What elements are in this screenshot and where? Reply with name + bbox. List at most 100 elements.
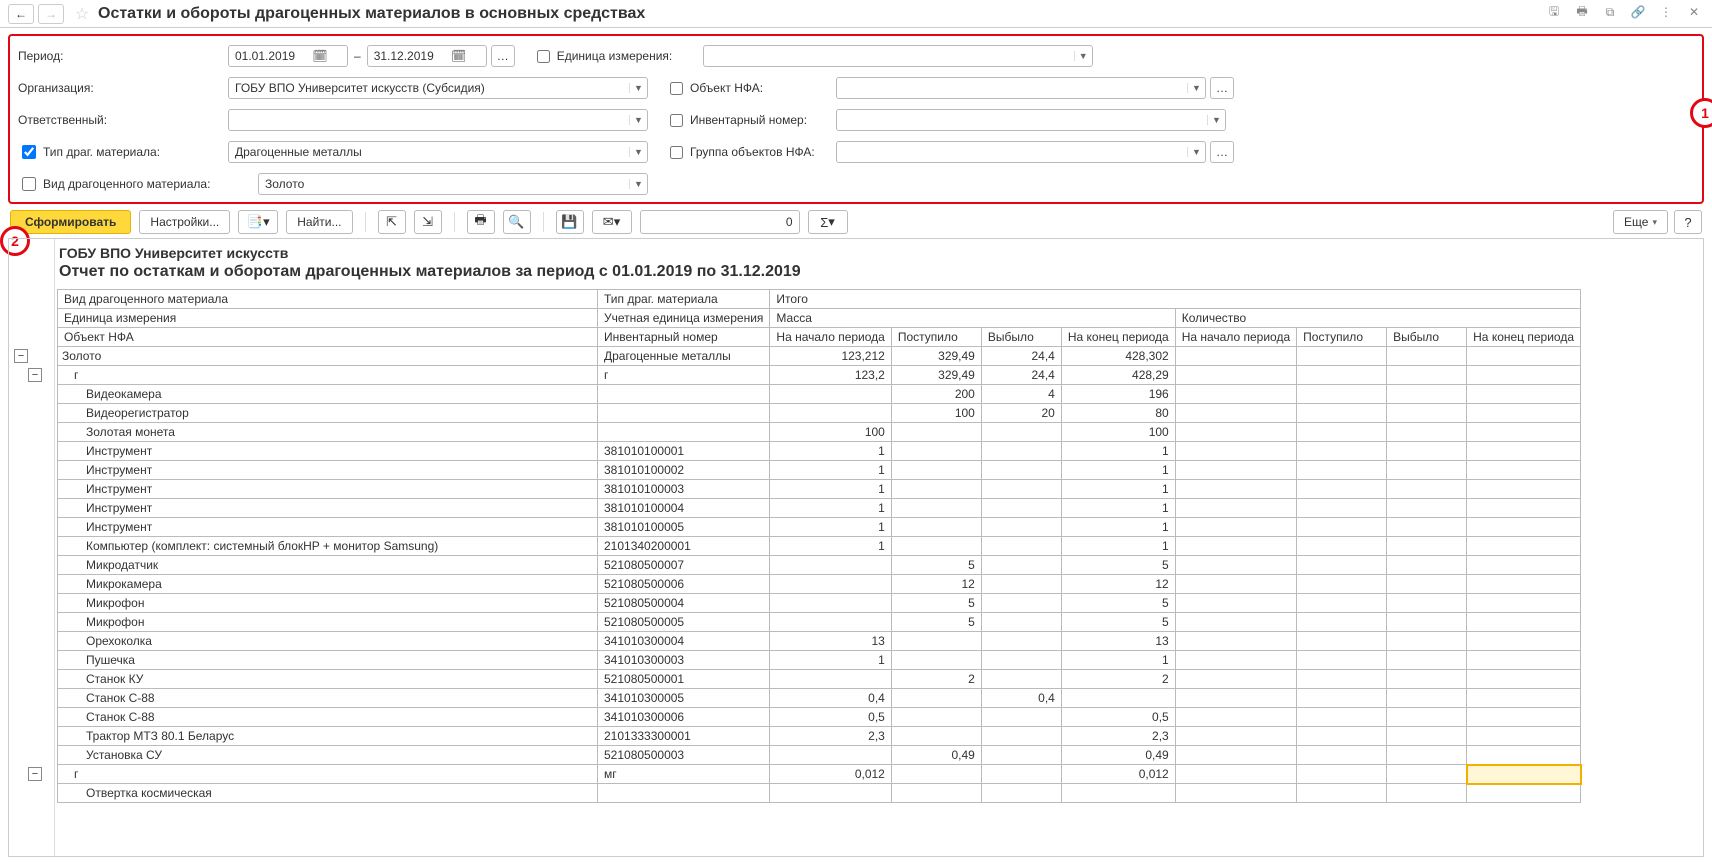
email-button[interactable]: ✉▾ bbox=[592, 210, 632, 234]
table-row[interactable]: Микрофон52108050000555 bbox=[58, 613, 1581, 632]
table-row[interactable]: Инструмент38101010000211 bbox=[58, 461, 1581, 480]
find-button[interactable]: Найти... bbox=[286, 210, 352, 234]
settings-button[interactable]: Настройки... bbox=[139, 210, 230, 234]
chevron-down-icon[interactable]: ▼ bbox=[1187, 83, 1205, 93]
calendar-icon[interactable]: 🗓 bbox=[295, 49, 345, 63]
cell-mass bbox=[981, 423, 1061, 442]
inv-combo[interactable]: ▼ bbox=[836, 109, 1226, 131]
chevron-down-icon[interactable]: ▼ bbox=[629, 147, 647, 157]
table-row[interactable]: Микродатчик52108050000755 bbox=[58, 556, 1581, 575]
org-value: ГОБУ ВПО Университет искусств (Субсидия) bbox=[235, 81, 629, 95]
chevron-down-icon[interactable]: ▼ bbox=[629, 179, 647, 189]
period-select-button[interactable]: … bbox=[491, 45, 515, 67]
cell-mass bbox=[981, 461, 1061, 480]
table-row[interactable]: Видеокамера2004196 bbox=[58, 385, 1581, 404]
cell-qty bbox=[1175, 366, 1296, 385]
table-row[interactable]: Инструмент38101010000511 bbox=[58, 518, 1581, 537]
preview-icon[interactable]: ⧉ bbox=[1600, 2, 1620, 22]
table-row[interactable]: Инструмент38101010000111 bbox=[58, 442, 1581, 461]
table-row[interactable]: Микрофон52108050000455 bbox=[58, 594, 1581, 613]
unit-combo[interactable]: ▼ bbox=[703, 45, 1093, 67]
cell-qty bbox=[1467, 347, 1581, 366]
period-to-input[interactable]: 31.12.2019 🗓 bbox=[367, 45, 487, 67]
table-row[interactable]: Станок КУ52108050000122 bbox=[58, 670, 1581, 689]
table-row[interactable]: Инструмент38101010000311 bbox=[58, 480, 1581, 499]
more-button[interactable]: Еще▾ bbox=[1613, 210, 1668, 234]
type-combo[interactable]: Драгоценные металлы ▼ bbox=[228, 141, 648, 163]
print-icon[interactable]: 🖶 bbox=[1572, 2, 1592, 22]
print-icon[interactable]: 🖶 bbox=[467, 210, 495, 234]
group-combo[interactable]: ▼ bbox=[836, 141, 1206, 163]
link-icon[interactable]: 🔗 bbox=[1628, 2, 1648, 22]
nav-forward-button[interactable]: → bbox=[38, 4, 64, 24]
help-button[interactable]: ? bbox=[1674, 210, 1702, 234]
variants-button[interactable]: 📑▾ bbox=[238, 210, 278, 234]
table-row[interactable]: Инструмент38101010000411 bbox=[58, 499, 1581, 518]
unit-checkbox[interactable] bbox=[537, 50, 550, 63]
save-icon[interactable]: 🖫 bbox=[1544, 2, 1564, 22]
chevron-down-icon[interactable]: ▼ bbox=[1207, 115, 1225, 125]
collapse-icon[interactable]: ⇲ bbox=[414, 210, 442, 234]
table-row[interactable]: Золотая монета100100 bbox=[58, 423, 1581, 442]
table-row[interactable]: Трактор МТЗ 80.1 Беларус21013333000012,3… bbox=[58, 727, 1581, 746]
save-floppy-icon[interactable]: 💾 bbox=[556, 210, 584, 234]
chevron-down-icon[interactable]: ▼ bbox=[1074, 51, 1092, 61]
table-row[interactable]: Орехоколка3410103000041313 bbox=[58, 632, 1581, 651]
nav-back-button[interactable]: ← bbox=[8, 4, 34, 24]
form-button[interactable]: Сформировать bbox=[10, 210, 131, 234]
table-row[interactable]: Отвертка космическая bbox=[58, 784, 1581, 803]
menu-dots-icon[interactable]: ⋮ bbox=[1656, 2, 1676, 22]
cell-name: Компьютер (комплект: системный блокHP + … bbox=[58, 537, 598, 556]
cell-name: Станок КУ bbox=[58, 670, 598, 689]
cell-qty bbox=[1387, 347, 1467, 366]
table-row[interactable]: Установка СУ5210805000030,490,49 bbox=[58, 746, 1581, 765]
cell-name: Инструмент bbox=[58, 499, 598, 518]
group-select-button[interactable]: … bbox=[1210, 141, 1234, 163]
close-icon[interactable]: ✕ bbox=[1684, 2, 1704, 22]
cell-name: Инструмент bbox=[58, 461, 598, 480]
cell-inv: 341010300006 bbox=[598, 708, 770, 727]
table-row[interactable]: Станок С-883410103000050,40,4 bbox=[58, 689, 1581, 708]
cell-mass: 123,2 bbox=[770, 366, 891, 385]
nfa-select-button[interactable]: … bbox=[1210, 77, 1234, 99]
type-checkbox[interactable] bbox=[22, 145, 36, 159]
chevron-down-icon[interactable]: ▼ bbox=[629, 115, 647, 125]
cell-mass: 0,4 bbox=[981, 689, 1061, 708]
table-row[interactable]: Станок С-883410103000060,50,5 bbox=[58, 708, 1581, 727]
tree-collapse-icon[interactable]: − bbox=[28, 767, 42, 781]
header-mass: Масса bbox=[770, 309, 1175, 328]
sigma-button[interactable]: Σ▾ bbox=[808, 210, 848, 234]
nfa-combo[interactable]: ▼ bbox=[836, 77, 1206, 99]
chevron-down-icon[interactable]: ▼ bbox=[1187, 147, 1205, 157]
h-q-start: На начало периода bbox=[1175, 328, 1296, 347]
nfa-checkbox[interactable] bbox=[670, 82, 683, 95]
selected-cell[interactable] bbox=[1467, 765, 1581, 784]
group-checkbox[interactable] bbox=[670, 146, 683, 159]
tree-collapse-icon[interactable]: − bbox=[14, 349, 28, 363]
table-row[interactable]: Видеорегистратор1002080 bbox=[58, 404, 1581, 423]
kind-combo[interactable]: Золото ▼ bbox=[258, 173, 648, 195]
period-from-input[interactable]: 01.01.2019 🗓 bbox=[228, 45, 348, 67]
table-row[interactable]: г−мг0,0120,012 bbox=[58, 765, 1581, 784]
chevron-down-icon[interactable]: ▼ bbox=[629, 83, 647, 93]
table-row[interactable]: Компьютер (комплект: системный блокHP + … bbox=[58, 537, 1581, 556]
sum-field[interactable]: 0 bbox=[640, 210, 800, 234]
expand-icon[interactable]: ⇱ bbox=[378, 210, 406, 234]
favorite-star-icon[interactable]: ☆ bbox=[72, 4, 92, 24]
cell-mass: 100 bbox=[770, 423, 891, 442]
org-combo[interactable]: ГОБУ ВПО Университет искусств (Субсидия)… bbox=[228, 77, 648, 99]
cell-mass bbox=[981, 575, 1061, 594]
cell-qty bbox=[1297, 385, 1387, 404]
resp-combo[interactable]: ▼ bbox=[228, 109, 648, 131]
table-row[interactable]: г−г123,2329,4924,4428,29 bbox=[58, 366, 1581, 385]
inv-checkbox[interactable] bbox=[670, 114, 683, 127]
table-row[interactable]: Золото−Драгоценные металлы123,212329,492… bbox=[58, 347, 1581, 366]
separator bbox=[454, 212, 455, 232]
preview-icon[interactable]: 🔍 bbox=[503, 210, 531, 234]
table-row[interactable]: Пушечка34101030000311 bbox=[58, 651, 1581, 670]
table-row[interactable]: Микрокамера5210805000061212 bbox=[58, 575, 1581, 594]
cell-mass: 0,5 bbox=[770, 708, 891, 727]
calendar-icon[interactable]: 🗓 bbox=[434, 49, 484, 63]
kind-checkbox[interactable] bbox=[22, 177, 36, 191]
tree-collapse-icon[interactable]: − bbox=[28, 368, 42, 382]
